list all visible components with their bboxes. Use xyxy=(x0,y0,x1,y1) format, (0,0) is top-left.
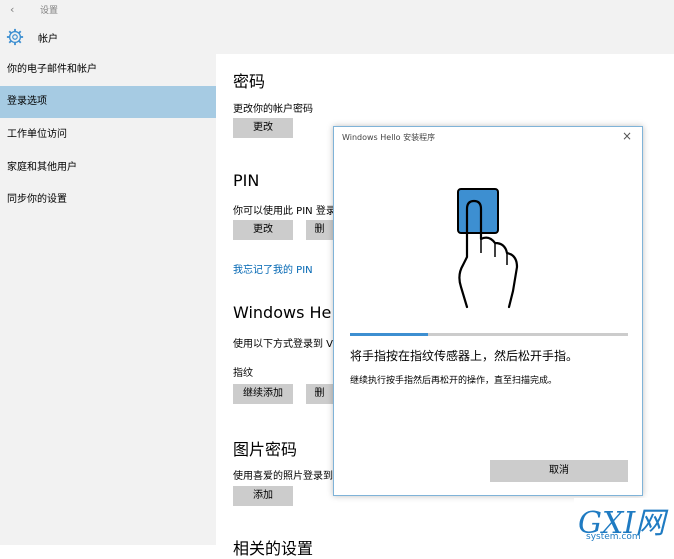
windows-hello-heading: Windows He xyxy=(233,303,332,322)
cancel-button[interactable]: 取消 xyxy=(490,460,628,482)
pin-heading: PIN xyxy=(233,171,260,190)
fingerprint-label: 指纹 xyxy=(233,368,253,379)
sidebar-item-sign-in-options[interactable]: 登录选项 xyxy=(0,86,216,118)
password-description: 更改你的帐户密码 xyxy=(233,104,313,115)
sidebar-item-sync-settings[interactable]: 同步你的设置 xyxy=(0,184,216,216)
back-button[interactable]: ‹ xyxy=(10,3,14,16)
password-heading: 密码 xyxy=(233,72,266,91)
windows-hello-description: 使用以下方式登录到 V xyxy=(233,339,333,350)
picture-password-heading: 图片密码 xyxy=(233,440,298,459)
picture-password-description: 使用喜爱的照片登录到 xyxy=(233,471,333,482)
sidebar-item-email-accounts[interactable]: 你的电子邮件和帐户 xyxy=(0,54,216,86)
picture-password-add-button[interactable]: 添加 xyxy=(233,486,293,506)
page-title: 帐户 xyxy=(38,34,58,45)
fingerprint-remove-button[interactable]: 删 xyxy=(306,384,333,404)
sidebar-item-work-access[interactable]: 工作单位访问 xyxy=(0,119,216,151)
fingerprint-sensor-icon xyxy=(457,188,519,309)
sidebar-item-family-users[interactable]: 家庭和其他用户 xyxy=(0,152,216,184)
site-watermark: GXI网 system.com xyxy=(574,498,674,545)
password-change-button[interactable]: 更改 xyxy=(233,118,293,138)
pin-remove-button[interactable]: 删 xyxy=(306,220,333,240)
dialog-sub-message: 继续执行按手指然后再松开的操作，直至扫描完成。 xyxy=(350,376,558,386)
title-bar: ‹ 设置 帐户 xyxy=(0,0,674,54)
gear-icon xyxy=(6,28,24,46)
related-settings-heading: 相关的设置 xyxy=(233,539,314,558)
pin-change-button[interactable]: 更改 xyxy=(233,220,293,240)
dialog-title: Windows Hello 安装程序 xyxy=(342,133,436,142)
pin-description: 你可以使用此 PIN 登录 xyxy=(233,206,333,217)
enrollment-progress-bar xyxy=(350,333,628,336)
watermark-url: system.com xyxy=(586,532,641,542)
dialog-message: 将手指按在指纹传感器上，然后松开手指。 xyxy=(350,349,579,363)
sidebar: 你的电子邮件和帐户 登录选项 工作单位访问 家庭和其他用户 同步你的设置 xyxy=(0,54,216,545)
forgot-pin-link[interactable]: 我忘记了我的 PIN xyxy=(233,261,313,276)
progress-fill xyxy=(350,333,428,336)
close-icon[interactable]: × xyxy=(622,129,632,143)
app-title: 设置 xyxy=(40,6,59,16)
fingerprint-add-more-button[interactable]: 继续添加 xyxy=(233,384,293,404)
windows-hello-setup-dialog: Windows Hello 安装程序 × 将手指按在指纹传感器上，然后松开手指。… xyxy=(333,126,643,496)
